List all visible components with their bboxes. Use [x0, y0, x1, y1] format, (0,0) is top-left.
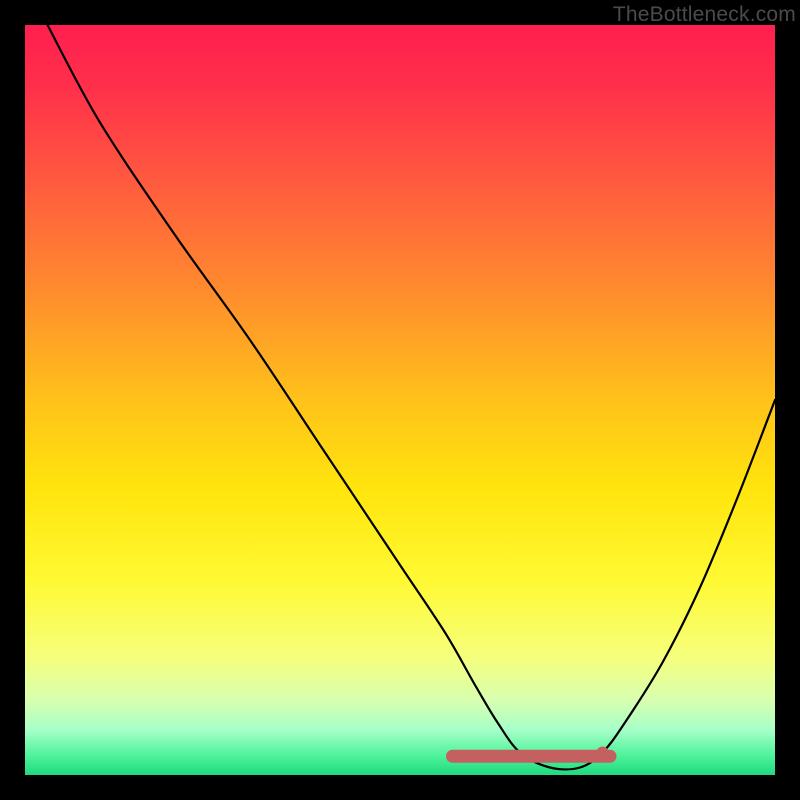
optimal-point-marker [597, 747, 609, 759]
attribution-watermark: TheBottleneck.com [613, 3, 796, 27]
bottleneck-chart [25, 25, 775, 775]
